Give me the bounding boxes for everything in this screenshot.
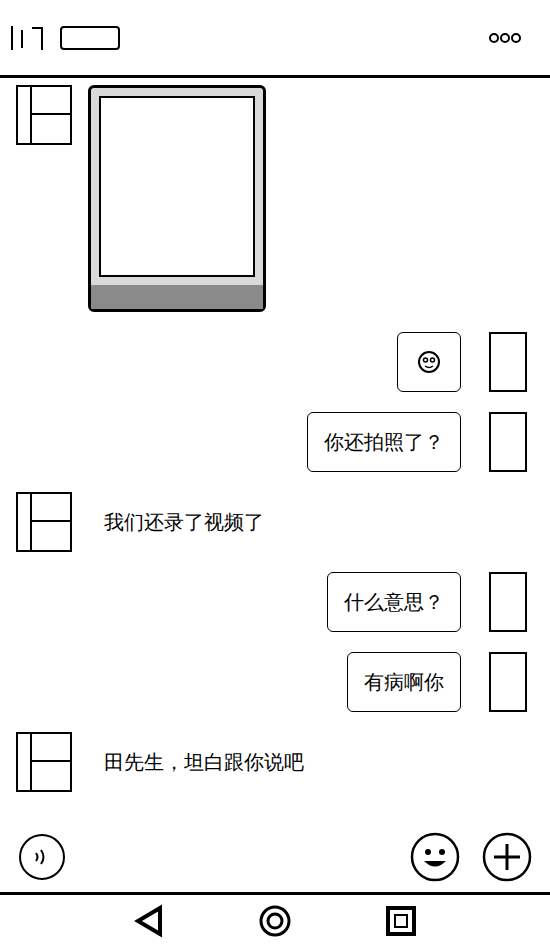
plus-icon[interactable] bbox=[482, 832, 532, 882]
top-bar bbox=[0, 0, 550, 78]
contact-avatar[interactable] bbox=[16, 492, 72, 552]
message-row: 有病啊你 bbox=[0, 652, 550, 712]
input-bar bbox=[0, 822, 550, 892]
contact-avatar[interactable] bbox=[16, 85, 72, 145]
text-bubble[interactable]: 田先生，坦白跟你说吧 bbox=[88, 732, 320, 792]
message-list: 你还拍照了？ 我们还录了视频了什么意思？ 有病啊你田先生，坦白跟你说吧 bbox=[0, 78, 550, 822]
text-bubble[interactable]: 有病啊你 bbox=[347, 652, 461, 712]
back-icon[interactable] bbox=[8, 20, 48, 56]
message-row bbox=[0, 85, 550, 312]
emoji-icon[interactable] bbox=[410, 832, 460, 882]
title-box bbox=[60, 26, 120, 50]
my-avatar[interactable] bbox=[489, 572, 527, 632]
message-row: 你还拍照了？ bbox=[0, 412, 550, 472]
contact-avatar[interactable] bbox=[16, 732, 72, 792]
message-row bbox=[0, 332, 550, 392]
voice-icon[interactable] bbox=[18, 833, 66, 881]
message-row: 我们还录了视频了 bbox=[0, 492, 550, 552]
more-icon[interactable] bbox=[488, 31, 522, 45]
text-bubble[interactable]: 什么意思？ bbox=[327, 572, 461, 632]
message-row: 什么意思？ bbox=[0, 572, 550, 632]
nav-home-icon[interactable] bbox=[258, 904, 292, 938]
smile-face-icon bbox=[416, 349, 442, 375]
message-row: 田先生，坦白跟你说吧 bbox=[0, 732, 550, 792]
my-avatar[interactable] bbox=[489, 332, 527, 392]
text-bubble[interactable]: 我们还录了视频了 bbox=[88, 492, 280, 552]
my-avatar[interactable] bbox=[489, 652, 527, 712]
nav-bar bbox=[0, 892, 550, 946]
nav-recent-icon[interactable] bbox=[384, 904, 418, 938]
photo-message[interactable] bbox=[88, 85, 266, 312]
my-avatar[interactable] bbox=[489, 412, 527, 472]
nav-back-icon[interactable] bbox=[132, 904, 166, 938]
emoji-bubble[interactable] bbox=[397, 332, 461, 392]
text-bubble[interactable]: 你还拍照了？ bbox=[307, 412, 461, 472]
chat-screen: 你还拍照了？ 我们还录了视频了什么意思？ 有病啊你田先生，坦白跟你说吧 bbox=[0, 0, 550, 946]
